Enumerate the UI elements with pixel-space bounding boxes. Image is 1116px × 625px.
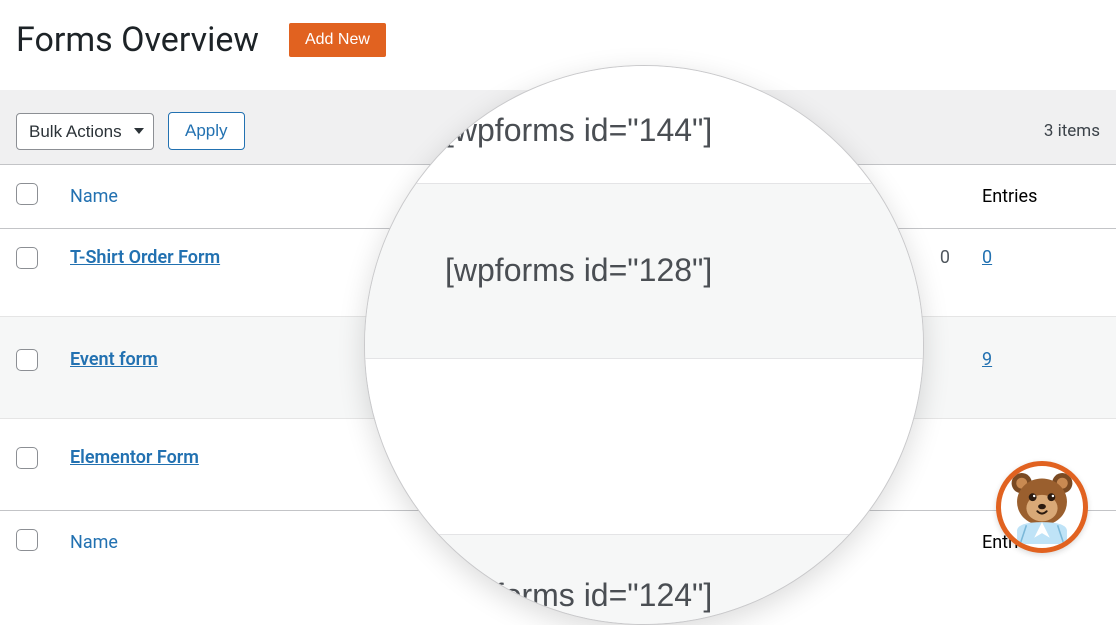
- column-entries: Entries: [966, 165, 1116, 229]
- add-new-button[interactable]: Add New: [289, 23, 386, 57]
- magnifier-content: [wpforms id="144"] [wpforms id="128"] [w…: [365, 66, 923, 624]
- shortcode-partial: 0: [940, 247, 950, 268]
- entries-link[interactable]: 9: [982, 349, 992, 370]
- entries-link[interactable]: 0: [982, 247, 992, 268]
- form-name-link[interactable]: Elementor Form: [70, 447, 199, 468]
- row-checkbox[interactable]: [16, 447, 38, 469]
- magnified-shortcode: [wpforms id="124"]: [365, 534, 923, 624]
- apply-button[interactable]: Apply: [168, 112, 245, 150]
- page-title: Forms Overview: [16, 20, 259, 60]
- row-checkbox[interactable]: [16, 247, 38, 269]
- select-all-checkbox[interactable]: [16, 183, 38, 205]
- bulk-actions-select[interactable]: Bulk Actions: [16, 113, 154, 150]
- column-name[interactable]: Name: [70, 186, 118, 207]
- bear-mascot-icon: [1003, 466, 1081, 548]
- item-count: 3 items: [1044, 121, 1100, 141]
- toolbar-left: Bulk Actions Apply: [16, 112, 245, 150]
- magnified-shortcode: [wpforms id="128"]: [365, 184, 923, 359]
- form-name-link[interactable]: Event form: [70, 349, 158, 370]
- magnified-shortcode: [wpforms id="144"]: [365, 66, 923, 184]
- column-name-footer[interactable]: Name: [70, 532, 118, 553]
- row-checkbox[interactable]: [16, 349, 38, 371]
- select-all-footer-checkbox[interactable]: [16, 529, 38, 551]
- form-name-link[interactable]: T-Shirt Order Form: [70, 247, 220, 268]
- help-mascot-button[interactable]: [996, 461, 1088, 553]
- magnifier-overlay: [wpforms id="144"] [wpforms id="128"] [w…: [364, 65, 924, 625]
- magnified-shortcode: [365, 359, 923, 534]
